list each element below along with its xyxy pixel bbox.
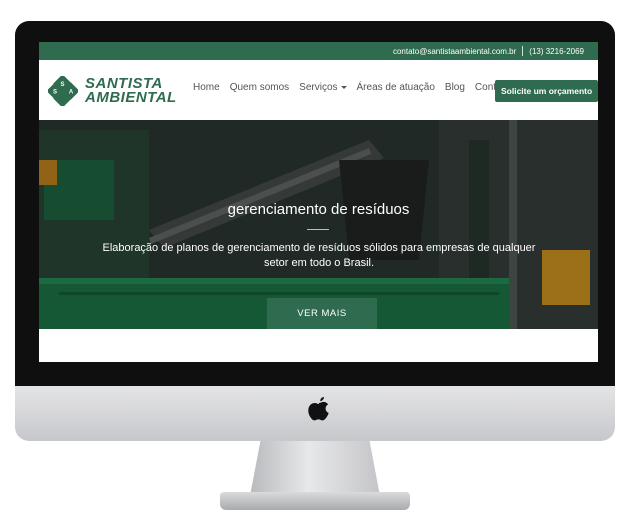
nav-item-servicos[interactable]: Serviços	[299, 82, 347, 93]
imac-stand-foot	[220, 492, 410, 510]
site-header: S S A SANTISTA AMBIENTAL Home Quem somos…	[39, 60, 598, 120]
logo-letter: S	[60, 82, 64, 88]
contact-email[interactable]: contato@santistaambiental.com.br	[387, 47, 522, 56]
request-quote-button[interactable]: Solicite um orçamento	[495, 80, 598, 102]
nav-item-quem-somos[interactable]: Quem somos	[230, 82, 289, 93]
apple-logo-icon	[305, 394, 333, 426]
nav-item-areas-de-atuacao[interactable]: Áreas de atuação	[357, 82, 435, 93]
logo-letter: A	[69, 90, 74, 96]
website-screen: contato@santistaambiental.com.br (13) 32…	[39, 42, 598, 362]
logo-line-2: AMBIENTAL	[85, 89, 177, 106]
imac-stand	[250, 441, 380, 496]
logo-letter: S	[53, 90, 57, 96]
logo-mark-icon: S S A	[46, 74, 80, 108]
hero-description: Elaboração de planos de gerenciamento de…	[102, 242, 536, 269]
nav-item-blog[interactable]: Blog	[445, 82, 465, 93]
hero-banner: gerenciamento de resíduos Elaboração de …	[39, 120, 598, 329]
main-nav: Home Quem somos Serviços Áreas de atuaçã…	[193, 82, 520, 93]
hero-divider	[307, 229, 329, 230]
logo-wordmark: SANTISTA AMBIENTAL	[85, 76, 177, 106]
site-logo[interactable]: S S A SANTISTA AMBIENTAL	[46, 74, 177, 108]
nav-item-servicos-label: Serviços	[299, 82, 338, 93]
chevron-down-icon	[340, 85, 347, 89]
contact-phone[interactable]: (13) 3216-2069	[523, 47, 598, 56]
see-more-button[interactable]: VER MAIS	[267, 298, 377, 329]
contact-topbar: contato@santistaambiental.com.br (13) 32…	[39, 42, 598, 60]
nav-item-home[interactable]: Home	[193, 82, 220, 93]
hero-title: gerenciamento de resíduos	[227, 201, 410, 218]
